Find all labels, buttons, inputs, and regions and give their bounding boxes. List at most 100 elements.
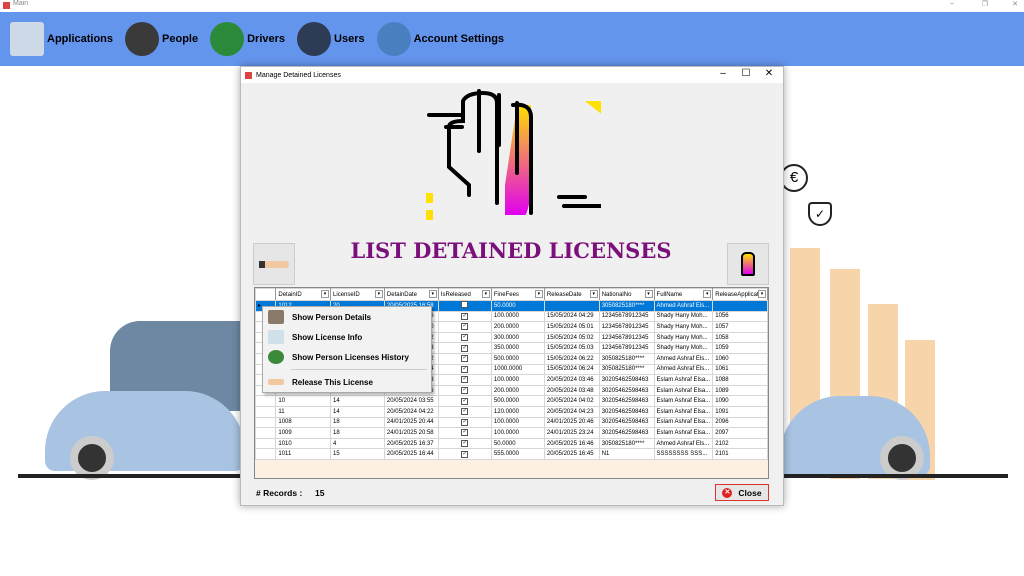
is-released-cell[interactable]: ✓ [437,427,492,439]
chevron-down-icon[interactable]: ▾ [758,290,766,298]
is-released-cell[interactable]: ✓ [437,395,492,407]
row-header[interactable] [255,395,277,407]
table-cell: 20/05/2024 03:55 [383,395,439,407]
is-released-cell[interactable]: ✓ [437,310,492,323]
checkbox[interactable]: ✓ [461,387,469,395]
table-row[interactable]: 1011 15 20/05/2025 16:44 ✓ 555.0000 20/05/202… [255,448,768,460]
chevron-down-icon[interactable]: ▾ [534,290,543,298]
minimize-main-button[interactable]: – [950,0,954,7]
checkbox[interactable]: ✓ [461,418,469,426]
is-released-cell[interactable]: ✓ [437,363,492,376]
column-header[interactable]: IsReleased ▾ [437,288,492,301]
chevron-down-icon[interactable]: ▾ [481,290,490,298]
table-cell: 1091 [712,405,768,418]
table-cell: 50.0000 [490,300,545,312]
is-released-cell[interactable]: ✓ [437,416,492,429]
column-header[interactable]: DetainID ▾ [275,288,332,301]
table-row[interactable]: 10 14 20/05/2024 03:55 ✓ 500.0000 20/05/2024 … [255,395,768,407]
checkbox[interactable]: ✓ [461,376,469,384]
checkbox[interactable]: ✓ [461,440,469,448]
checkbox[interactable]: ✓ [461,429,469,437]
checkbox[interactable]: ✓ [461,323,469,331]
table-row[interactable]: 1010 4 20/05/2025 16:37 ✓ 50.0000 20/05/2025 … [255,437,768,450]
menu-show-person-details[interactable]: Show Person Details [263,307,431,327]
table-row[interactable]: 1008 18 24/01/2025 20:44 ✓ 100.0000 24/01/202… [255,416,768,429]
chevron-down-icon[interactable]: ▾ [644,290,653,298]
maximize-button[interactable]: ☐ [736,68,756,79]
table-cell: SSSSSSSS SSS... [653,448,714,460]
restore-main-button[interactable]: ❐ [982,0,988,8]
menu-show-license-info[interactable]: Show License Info [263,327,431,347]
table-row[interactable]: 1009 18 24/01/2025 20:58 ✓ 100.0000 24/01/202… [255,427,768,439]
detain-license-button[interactable] [727,243,769,285]
column-header[interactable]: NationalNo ▾ [598,288,655,301]
hand-release-icon [259,260,289,268]
menu-show-person-licenses-history[interactable]: Show Person Licenses History [263,347,431,367]
table-cell: 18 [330,427,385,439]
close-main-button[interactable]: ✕ [1012,0,1018,8]
close-window-button[interactable]: ✕ [759,68,779,79]
is-released-cell[interactable]: ✓ [437,321,492,333]
checkbox[interactable]: ✓ [461,355,469,363]
column-header[interactable]: FullName ▾ [653,288,714,301]
nav-people[interactable]: People [125,22,198,56]
table-cell: 14 [330,395,385,407]
chevron-down-icon[interactable]: ▾ [703,290,712,298]
chevron-down-icon[interactable]: ▾ [321,290,330,298]
nav-drivers[interactable]: Drivers [210,22,285,56]
table-cell: Ahmed Ashraf Els... [653,363,714,376]
column-header[interactable]: LicenseID ▾ [330,288,385,301]
table-cell: 1011 [275,448,332,460]
is-released-cell[interactable]: ✓ [437,374,492,386]
is-released-cell[interactable]: ✓ [437,448,492,460]
close-button[interactable]: ✕ Close [715,484,769,501]
row-header[interactable] [255,405,277,418]
is-released-cell[interactable]: ✓ [437,331,492,344]
table-row[interactable]: 11 14 20/05/2024 04:22 ✓ 120.0000 20/05/2024 … [255,405,768,418]
menu-release-license[interactable]: Release This License [263,372,431,392]
nav-label: Account Settings [413,33,505,45]
table-cell: 1008 [275,416,332,429]
column-header[interactable]: ReleaseApplicat ▾ [712,288,768,301]
nav-users[interactable]: Users [297,22,365,56]
chevron-down-icon[interactable]: ▾ [589,290,598,298]
chevron-down-icon[interactable]: ▾ [374,290,383,298]
is-released-cell[interactable] [437,300,492,312]
table-cell: Eslam Ashraf Elsa... [653,395,714,407]
checkbox[interactable]: ✓ [461,450,469,458]
is-released-cell[interactable]: ✓ [437,342,492,354]
checkbox[interactable]: ✓ [461,334,469,342]
minimize-button[interactable]: – [713,68,733,79]
column-header[interactable]: FineFees ▾ [490,288,545,301]
checkbox[interactable] [461,301,469,309]
drivers-icon [210,22,245,56]
checkbox[interactable]: ✓ [461,397,469,405]
checkbox[interactable]: ✓ [461,312,469,320]
records-label: # Records : [256,488,303,498]
table-cell: 1058 [712,331,768,344]
release-license-button[interactable] [253,243,295,285]
is-released-cell[interactable]: ✓ [437,405,492,418]
table-cell: 24/01/2025 20:46 [543,416,600,429]
table-cell: 2101 [712,448,768,460]
column-header[interactable]: ReleaseDate ▾ [543,288,600,301]
row-header[interactable] [255,437,277,450]
row-header[interactable] [255,448,277,460]
is-released-cell[interactable]: ✓ [437,437,492,450]
is-released-cell[interactable]: ✓ [437,384,492,397]
row-header[interactable] [255,427,277,439]
chevron-down-icon[interactable]: ▾ [428,290,437,298]
row-header[interactable] [255,416,277,429]
table-cell: Shady Hany Moh... [653,331,714,344]
nav-applications[interactable]: Applications [10,22,113,56]
checkbox[interactable]: ✓ [461,344,469,352]
table-cell: 15/05/2024 06:24 [543,363,600,376]
column-header[interactable]: DetainDate ▾ [383,288,439,301]
nav-account-settings[interactable]: Account Settings [376,22,505,56]
table-cell: 3050825180**** [598,363,655,376]
is-released-cell[interactable]: ✓ [437,352,492,365]
checkbox[interactable]: ✓ [461,365,469,373]
checkbox[interactable]: ✓ [461,408,469,416]
window-title: Manage Detained Licenses [256,71,341,79]
table-cell: 1057 [712,321,768,333]
